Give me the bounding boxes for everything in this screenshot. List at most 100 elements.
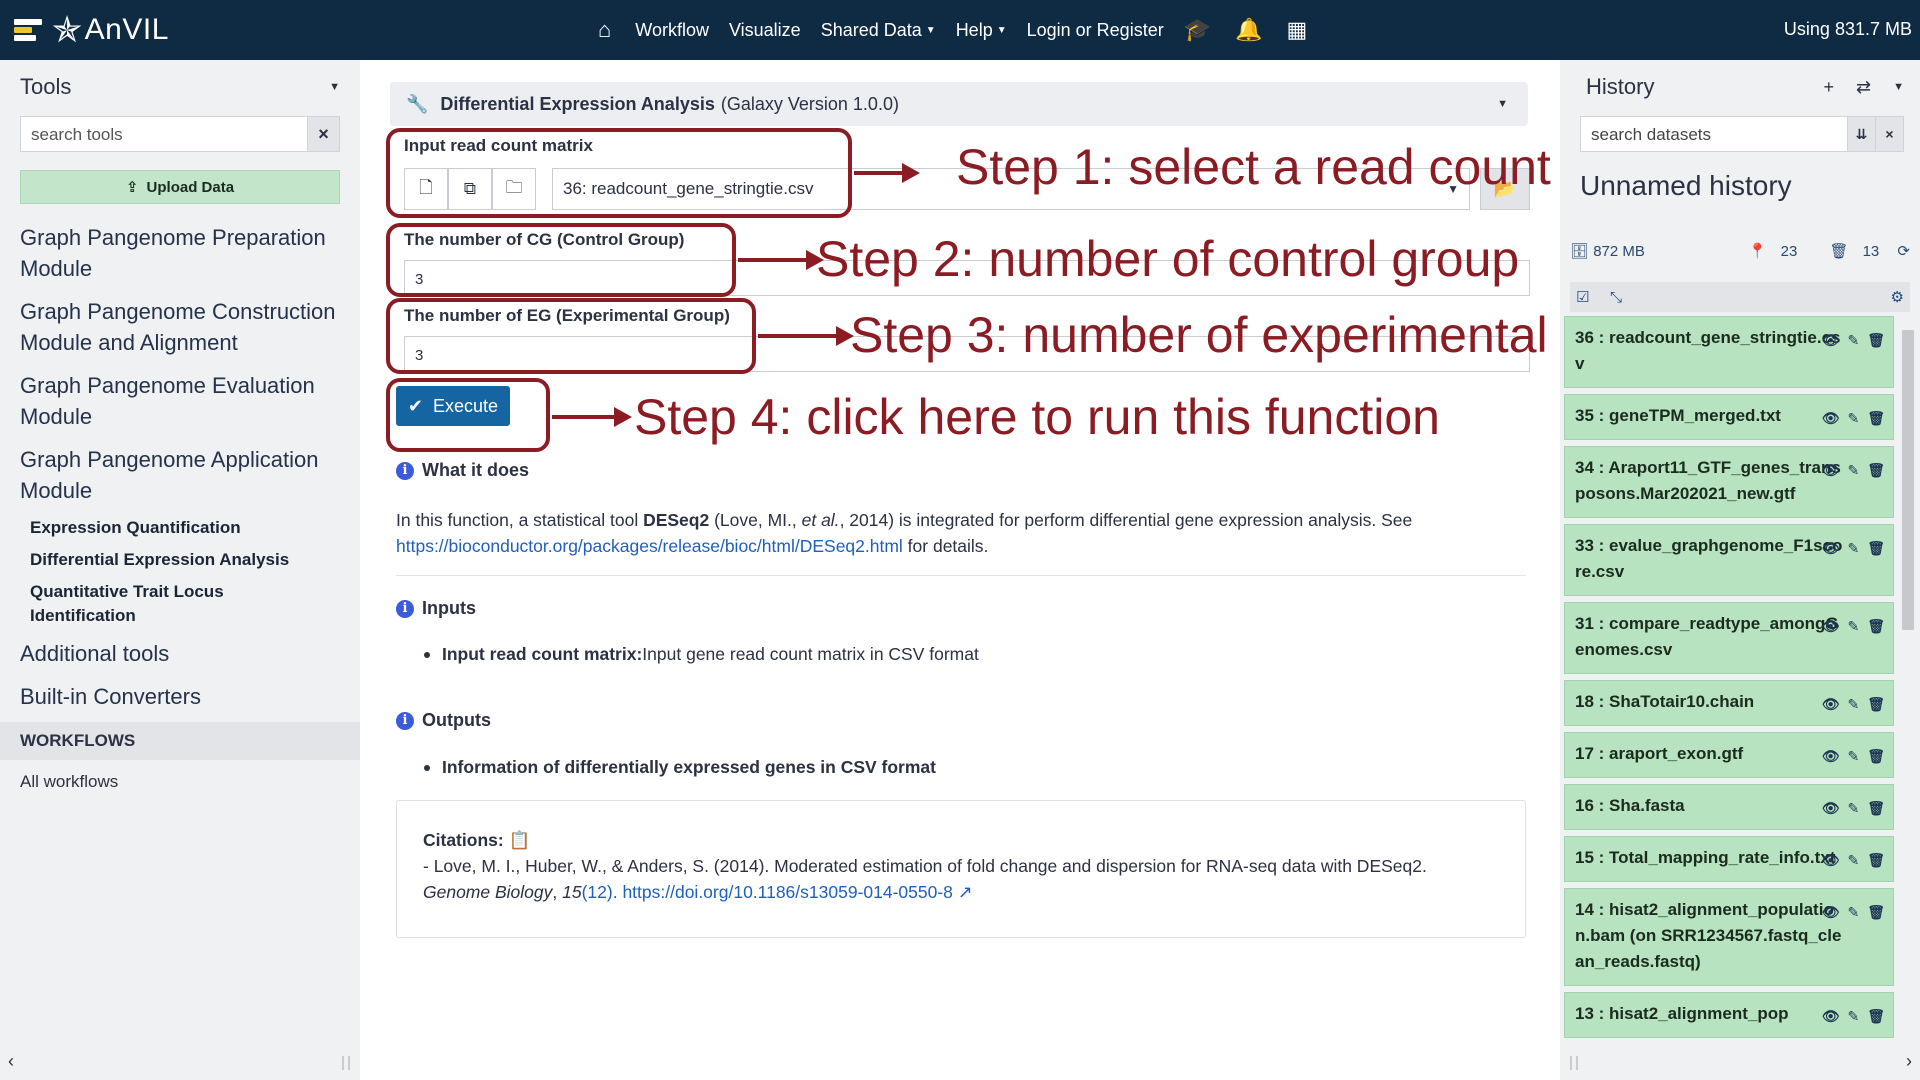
anvil-logo[interactable]: ✯ AnVIL [52, 9, 169, 51]
history-item[interactable]: 16 : Sha.fasta 👁 ✎ 🗑 [1564, 784, 1894, 830]
trash-icon[interactable]: 🗑 [1867, 535, 1885, 561]
history-item[interactable]: 36 : readcount_gene_stringtie.csv 👁 ✎ 🗑 [1564, 316, 1894, 388]
outputs-item: Information of differentially expressed … [424, 757, 936, 778]
history-item[interactable]: 14 : hisat2_alignment_population.bam (on… [1564, 888, 1894, 986]
tool-expression-quantification[interactable]: Expression Quantification [0, 512, 360, 544]
graduation-cap-icon[interactable]: 🎓 [1184, 17, 1211, 43]
pencil-icon[interactable]: ✎ [1847, 743, 1859, 769]
refresh-icon[interactable]: ⟳ [1897, 243, 1910, 260]
tool-section-application[interactable]: Graph Pangenome Application Module [0, 438, 360, 512]
trash-icon[interactable]: 🗑 [1867, 457, 1885, 483]
history-name[interactable]: Unnamed history [1580, 170, 1792, 202]
pencil-icon[interactable]: ✎ [1847, 847, 1859, 873]
history-item[interactable]: 35 : geneTPM_merged.txt 👁 ✎ 🗑 [1564, 394, 1894, 440]
eye-icon[interactable]: 👁 [1822, 327, 1840, 353]
all-workflows-link[interactable]: All workflows [0, 760, 360, 804]
history-search-input[interactable]: search datasets [1580, 116, 1848, 152]
menu-icon[interactable] [14, 17, 42, 43]
eye-icon[interactable]: 👁 [1822, 743, 1840, 769]
eye-icon[interactable]: 👁 [1822, 613, 1840, 639]
tool-section-converters[interactable]: Built-in Converters [0, 675, 360, 718]
tool-section-additional[interactable]: Additional tools [0, 632, 360, 675]
brand[interactable]: ✯ AnVIL [14, 9, 314, 51]
external-link-icon[interactable]: ↗ [958, 882, 973, 902]
grid-icon[interactable]: ▦ [1287, 17, 1308, 43]
bell-icon[interactable]: 🔔 [1235, 17, 1262, 43]
desc-bold: DESeq2 [643, 510, 710, 530]
nav-login[interactable]: Login or Register [1027, 20, 1164, 41]
history-item[interactable]: 18 : ShaTotair10.chain 👁 ✎ 🗑 [1564, 680, 1894, 726]
history-size[interactable]: 🗄 872 MB [1570, 242, 1645, 260]
plus-icon[interactable]: + [1824, 77, 1835, 98]
tool-section-preparation[interactable]: Graph Pangenome Preparation Module [0, 216, 360, 290]
caret-down-icon[interactable]: ▼ [1893, 81, 1904, 93]
copy-icon[interactable]: 📋 [509, 830, 531, 850]
close-icon[interactable]: × [1876, 116, 1904, 152]
pencil-icon[interactable]: ✎ [1847, 691, 1859, 717]
pencil-icon[interactable]: ✎ [1847, 535, 1859, 561]
trash-icon[interactable]: 🗑 [1867, 691, 1885, 717]
pencil-icon[interactable]: ✎ [1847, 457, 1859, 483]
pencil-icon[interactable]: ✎ [1847, 899, 1859, 925]
tool-section-construction[interactable]: Graph Pangenome Construction Module and … [0, 290, 360, 364]
shown-counter[interactable]: 📍 23 [1734, 243, 1797, 260]
trash-icon[interactable]: 🗑 [1867, 613, 1885, 639]
history-item[interactable]: 15 : Total_mapping_rate_info.txt 👁 ✎ 🗑 [1564, 836, 1894, 882]
pencil-icon[interactable]: ✎ [1847, 795, 1859, 821]
home-icon[interactable]: ⌂ [598, 17, 611, 43]
pencil-icon[interactable]: ✎ [1847, 613, 1859, 639]
history-item[interactable]: 34 : Araport11_GTF_genes_transposons.Mar… [1564, 446, 1894, 518]
trash-icon[interactable]: 🗑 [1867, 899, 1885, 925]
history-item[interactable]: 33 : evalue_graphgenome_F1score.csv 👁 ✎ 🗑 [1564, 524, 1894, 596]
close-icon[interactable]: × [308, 116, 340, 152]
eye-icon[interactable]: 👁 [1822, 1003, 1840, 1029]
history-item[interactable]: 17 : araport_exon.gtf 👁 ✎ 🗑 [1564, 732, 1894, 778]
eye-icon[interactable]: 👁 [1822, 405, 1840, 431]
caret-down-icon[interactable]: ▼ [1497, 98, 1508, 110]
pencil-icon[interactable]: ✎ [1847, 1003, 1859, 1029]
resize-handle[interactable] [1570, 1056, 1578, 1070]
tool-section-evaluation[interactable]: Graph Pangenome Evaluation Module [0, 364, 360, 438]
chevron-left-icon[interactable]: ‹ [8, 1051, 14, 1072]
tool-differential-expression[interactable]: Differential Expression Analysis [0, 544, 360, 576]
quota-usage[interactable]: Using 831.7 MB [1784, 19, 1912, 40]
history-scroll-thumb[interactable] [1902, 330, 1914, 630]
doi-link[interactable]: (12). https://doi.org/10.1186/s13059-014… [582, 882, 953, 902]
eye-icon[interactable]: 👁 [1822, 795, 1840, 821]
tool-sections: Graph Pangenome Preparation Module Graph… [0, 216, 360, 718]
trash-icon[interactable]: 🗑 [1867, 327, 1885, 353]
history-toolbar: ☑ ⤡ ⚙ [1570, 282, 1910, 312]
caret-down-icon[interactable]: ▼ [329, 81, 340, 93]
eye-icon[interactable]: 👁 [1822, 899, 1840, 925]
trash-icon[interactable]: 🗑 [1867, 405, 1885, 431]
switch-icon[interactable]: ⇄ [1856, 77, 1871, 98]
pencil-icon[interactable]: ✎ [1847, 405, 1859, 431]
tool-search-input[interactable]: search tools [20, 116, 308, 152]
eye-icon[interactable]: 👁 [1822, 847, 1840, 873]
eye-icon[interactable]: 👁 [1822, 691, 1840, 717]
resize-handle[interactable] [342, 1056, 350, 1070]
nav-help[interactable]: Help ▼ [956, 20, 1007, 41]
trash-icon[interactable]: 🗑 [1867, 795, 1885, 821]
eye-icon[interactable]: 👁 [1822, 535, 1840, 561]
deleted-counter[interactable]: 🗑 13 [1816, 243, 1880, 260]
collapse-icon[interactable]: ⤡ [1610, 289, 1622, 306]
upload-data-button[interactable]: ⇪ Upload Data [20, 170, 340, 204]
advanced-search-icon[interactable]: ⇊ [1848, 116, 1876, 152]
nav-workflow[interactable]: Workflow [635, 20, 709, 41]
chevron-right-icon[interactable]: › [1906, 1051, 1912, 1072]
history-item[interactable]: 13 : hisat2_alignment_pop 👁 ✎ 🗑 [1564, 992, 1894, 1038]
trash-icon[interactable]: 🗑 [1867, 743, 1885, 769]
nav-visualize[interactable]: Visualize [729, 20, 801, 41]
eye-icon[interactable]: 👁 [1822, 457, 1840, 483]
annotation-step2: Step 2: number of control group [816, 231, 1520, 287]
gear-icon[interactable]: ⚙ [1891, 288, 1904, 306]
trash-icon[interactable]: 🗑 [1867, 1003, 1885, 1029]
select-checkbox-icon[interactable]: ☑ [1576, 288, 1589, 306]
history-item[interactable]: 31 : compare_readtype_amongGenomes.csv 👁 ✎… [1564, 602, 1894, 674]
trash-icon[interactable]: 🗑 [1867, 847, 1885, 873]
tool-qtl-identification[interactable]: Quantitative Trait Locus Identification [0, 576, 360, 632]
pencil-icon[interactable]: ✎ [1847, 327, 1859, 353]
nav-shared-data[interactable]: Shared Data ▼ [821, 20, 936, 41]
deseq2-link[interactable]: https://bioconductor.org/packages/releas… [396, 536, 903, 556]
